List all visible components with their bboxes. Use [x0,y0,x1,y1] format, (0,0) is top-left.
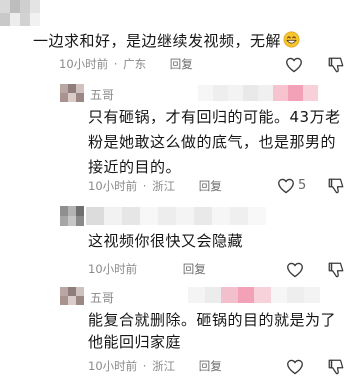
meta-separator: · [113,57,118,71]
comment-meta: 10小时前 · 浙江 回复 [88,178,222,194]
comment-text: 只有砸锅，才有回归的可能。43万老粉是她敢这么做的底气，也是那男的接近的目的。 [88,108,341,176]
comment-text: 一边求和好，是边继续发视频，无解 [33,30,353,52]
avatar-mosaic [60,84,84,102]
dislike-icon[interactable] [327,56,345,74]
avatar-mosaic [60,206,84,226]
username-mosaic [86,207,266,225]
comment-time: 10小时前 [88,262,138,276]
meta-separator: · [142,179,147,193]
comment-location: 浙江 [152,359,176,373]
like-heart-icon[interactable] [286,359,304,375]
comment-meta: 10小时前 · 广东 回复 [59,56,193,72]
comment-location: 广东 [123,57,147,71]
avatar-mosaic [0,0,40,26]
comment-text: 能复合就删除。砸锅的目的就是为了他能回归家庭 [88,311,337,351]
reply-button[interactable]: 回复 [199,359,222,373]
username-mosaic [188,287,320,303]
comment-author[interactable]: 五哥 [90,289,114,306]
comment-time: 10小时前 [88,359,138,373]
comment-meta: 10小时前 · 浙江 回复 [88,358,222,374]
reply-button[interactable]: 回复 [199,179,222,193]
meta-separator: · [142,359,147,373]
dislike-icon[interactable] [327,177,345,195]
reply-button[interactable]: 回复 [170,57,193,71]
comment-text: 这视频你很快又会隐藏 [88,232,244,250]
comment-time: 10小时前 [59,57,109,71]
dislike-icon[interactable] [327,358,345,376]
avatar-mosaic [60,287,84,305]
comment-body: 一边求和好，是边继续发视频，无解 [33,32,282,50]
like-heart-icon[interactable] [277,178,295,194]
comment-time: 10小时前 [88,179,138,193]
like-heart-icon[interactable] [286,262,304,278]
grinning-face-emoji-icon [283,31,300,48]
dislike-icon[interactable] [327,261,345,279]
reply-button[interactable]: 回复 [183,262,206,276]
comment-meta: 10小时前 回复 [88,261,206,277]
like-heart-icon[interactable] [285,57,303,73]
username-mosaic [198,85,318,101]
comment-author[interactable]: 五哥 [90,86,114,103]
like-count: 5 [298,178,307,193]
comment-location: 浙江 [152,179,176,193]
